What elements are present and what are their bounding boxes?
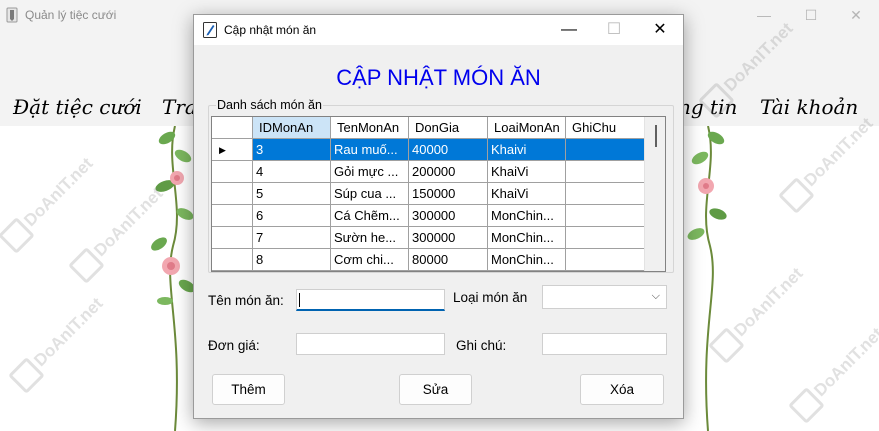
don-gia-label: Đơn giá:: [208, 338, 260, 353]
table-cell[interactable]: [566, 139, 645, 161]
menu-dat-tiec-cuoi[interactable]: Đặt tiệc cưới: [13, 95, 142, 119]
update-dish-dialog: Cập nhật món ăn — ☐ ✕ CẬP NHẬT MÓN ĂN Da…: [193, 14, 684, 419]
main-close-button[interactable]: ✕: [833, 0, 879, 30]
dish-data-grid[interactable]: IDMonAn TenMonAn DonGia LoaiMonAn GhiChu ▶ 3 Ra…: [211, 116, 666, 272]
row-header[interactable]: ▶: [212, 139, 253, 161]
table-cell[interactable]: Súp cua ...: [331, 183, 409, 205]
table-cell[interactable]: 4: [253, 161, 331, 183]
app-icon: [6, 7, 18, 23]
add-button[interactable]: Thêm: [212, 374, 285, 405]
edit-icon: [203, 22, 217, 38]
table-cell[interactable]: Khaivi: [488, 139, 566, 161]
table-cell[interactable]: 200000: [409, 161, 488, 183]
table-cell[interactable]: 8: [253, 249, 331, 271]
dialog-titlebar: Cập nhật món ăn — ☐ ✕: [194, 15, 683, 45]
row-header[interactable]: [212, 249, 253, 271]
grid-body: IDMonAn TenMonAn DonGia LoaiMonAn GhiChu ▶ 3 Ra…: [212, 117, 645, 271]
text-caret: [299, 293, 300, 307]
table-cell[interactable]: 7: [253, 227, 331, 249]
table-cell[interactable]: [566, 249, 645, 271]
grid-vertical-scrollbar[interactable]: [644, 117, 665, 271]
column-header[interactable]: GhiChu: [566, 117, 645, 139]
dish-list-group-label: Danh sách món ăn: [216, 98, 323, 112]
table-cell[interactable]: Cơm chi...: [331, 249, 409, 271]
table-cell[interactable]: 40000: [409, 139, 488, 161]
table-cell[interactable]: MonChin...: [488, 205, 566, 227]
table-cell[interactable]: [566, 227, 645, 249]
column-header[interactable]: IDMonAn: [253, 117, 331, 139]
table-cell[interactable]: 5: [253, 183, 331, 205]
dialog-maximize-button[interactable]: ☐: [592, 15, 636, 45]
right-flower-vine-decoration: [687, 126, 727, 431]
table-cell[interactable]: MonChin...: [488, 249, 566, 271]
table-cell[interactable]: 6: [253, 205, 331, 227]
ghi-chu-input[interactable]: [542, 333, 667, 355]
loai-mon-an-label: Loại món ăn: [453, 290, 528, 305]
row-header[interactable]: [212, 205, 253, 227]
table-cell[interactable]: 300000: [409, 205, 488, 227]
table-cell[interactable]: [566, 183, 645, 205]
ghi-chu-label: Ghi chú:: [456, 338, 507, 353]
table-cell[interactable]: 3: [253, 139, 331, 161]
row-header[interactable]: [212, 227, 253, 249]
menu-tra-cuu[interactable]: Tra: [162, 95, 197, 119]
current-row-indicator-icon: ▶: [219, 145, 226, 155]
grid-corner-header[interactable]: [212, 117, 253, 139]
table-cell[interactable]: Rau muố...: [331, 139, 409, 161]
table-cell[interactable]: Gỏi mực ...: [331, 161, 409, 183]
table-cell[interactable]: KhaiVi: [488, 183, 566, 205]
dialog-title: Cập nhật món ăn: [224, 23, 317, 37]
menu-tai-khoan[interactable]: Tài khoản: [760, 95, 858, 119]
table-cell[interactable]: MonChin...: [488, 227, 566, 249]
table-cell[interactable]: 150000: [409, 183, 488, 205]
table-cell[interactable]: KhaiVi: [488, 161, 566, 183]
delete-button[interactable]: Xóa: [580, 374, 664, 405]
dialog-minimize-button[interactable]: —: [547, 15, 591, 45]
row-header[interactable]: [212, 183, 253, 205]
main-window-title: Quản lý tiệc cưới: [25, 8, 117, 22]
table-cell[interactable]: 300000: [409, 227, 488, 249]
ten-mon-an-input[interactable]: [296, 289, 445, 311]
scrollbar-thumb[interactable]: [655, 125, 657, 147]
menu-thong-tin[interactable]: ng tin: [678, 95, 737, 119]
table-cell[interactable]: Cá Chẽm...: [331, 205, 409, 227]
table-cell[interactable]: 80000: [409, 249, 488, 271]
column-header[interactable]: LoaiMonAn: [488, 117, 566, 139]
loai-mon-an-combobox[interactable]: ⌵: [542, 285, 667, 309]
dialog-close-button[interactable]: ✕: [638, 15, 682, 45]
main-minimize-button[interactable]: —: [741, 0, 787, 30]
row-header[interactable]: [212, 161, 253, 183]
table-cell[interactable]: Sườn he...: [331, 227, 409, 249]
table-cell[interactable]: [566, 161, 645, 183]
ten-mon-an-label: Tên món ăn:: [208, 293, 284, 308]
dialog-heading: CẬP NHẬT MÓN ĂN: [336, 65, 541, 90]
chevron-down-icon: ⌵: [651, 290, 660, 302]
don-gia-input[interactable]: [296, 333, 445, 355]
column-header[interactable]: TenMonAn: [331, 117, 409, 139]
table-cell[interactable]: [566, 205, 645, 227]
main-maximize-button[interactable]: ☐: [788, 0, 834, 30]
update-button[interactable]: Sửa: [399, 374, 472, 405]
column-header[interactable]: DonGia: [409, 117, 488, 139]
